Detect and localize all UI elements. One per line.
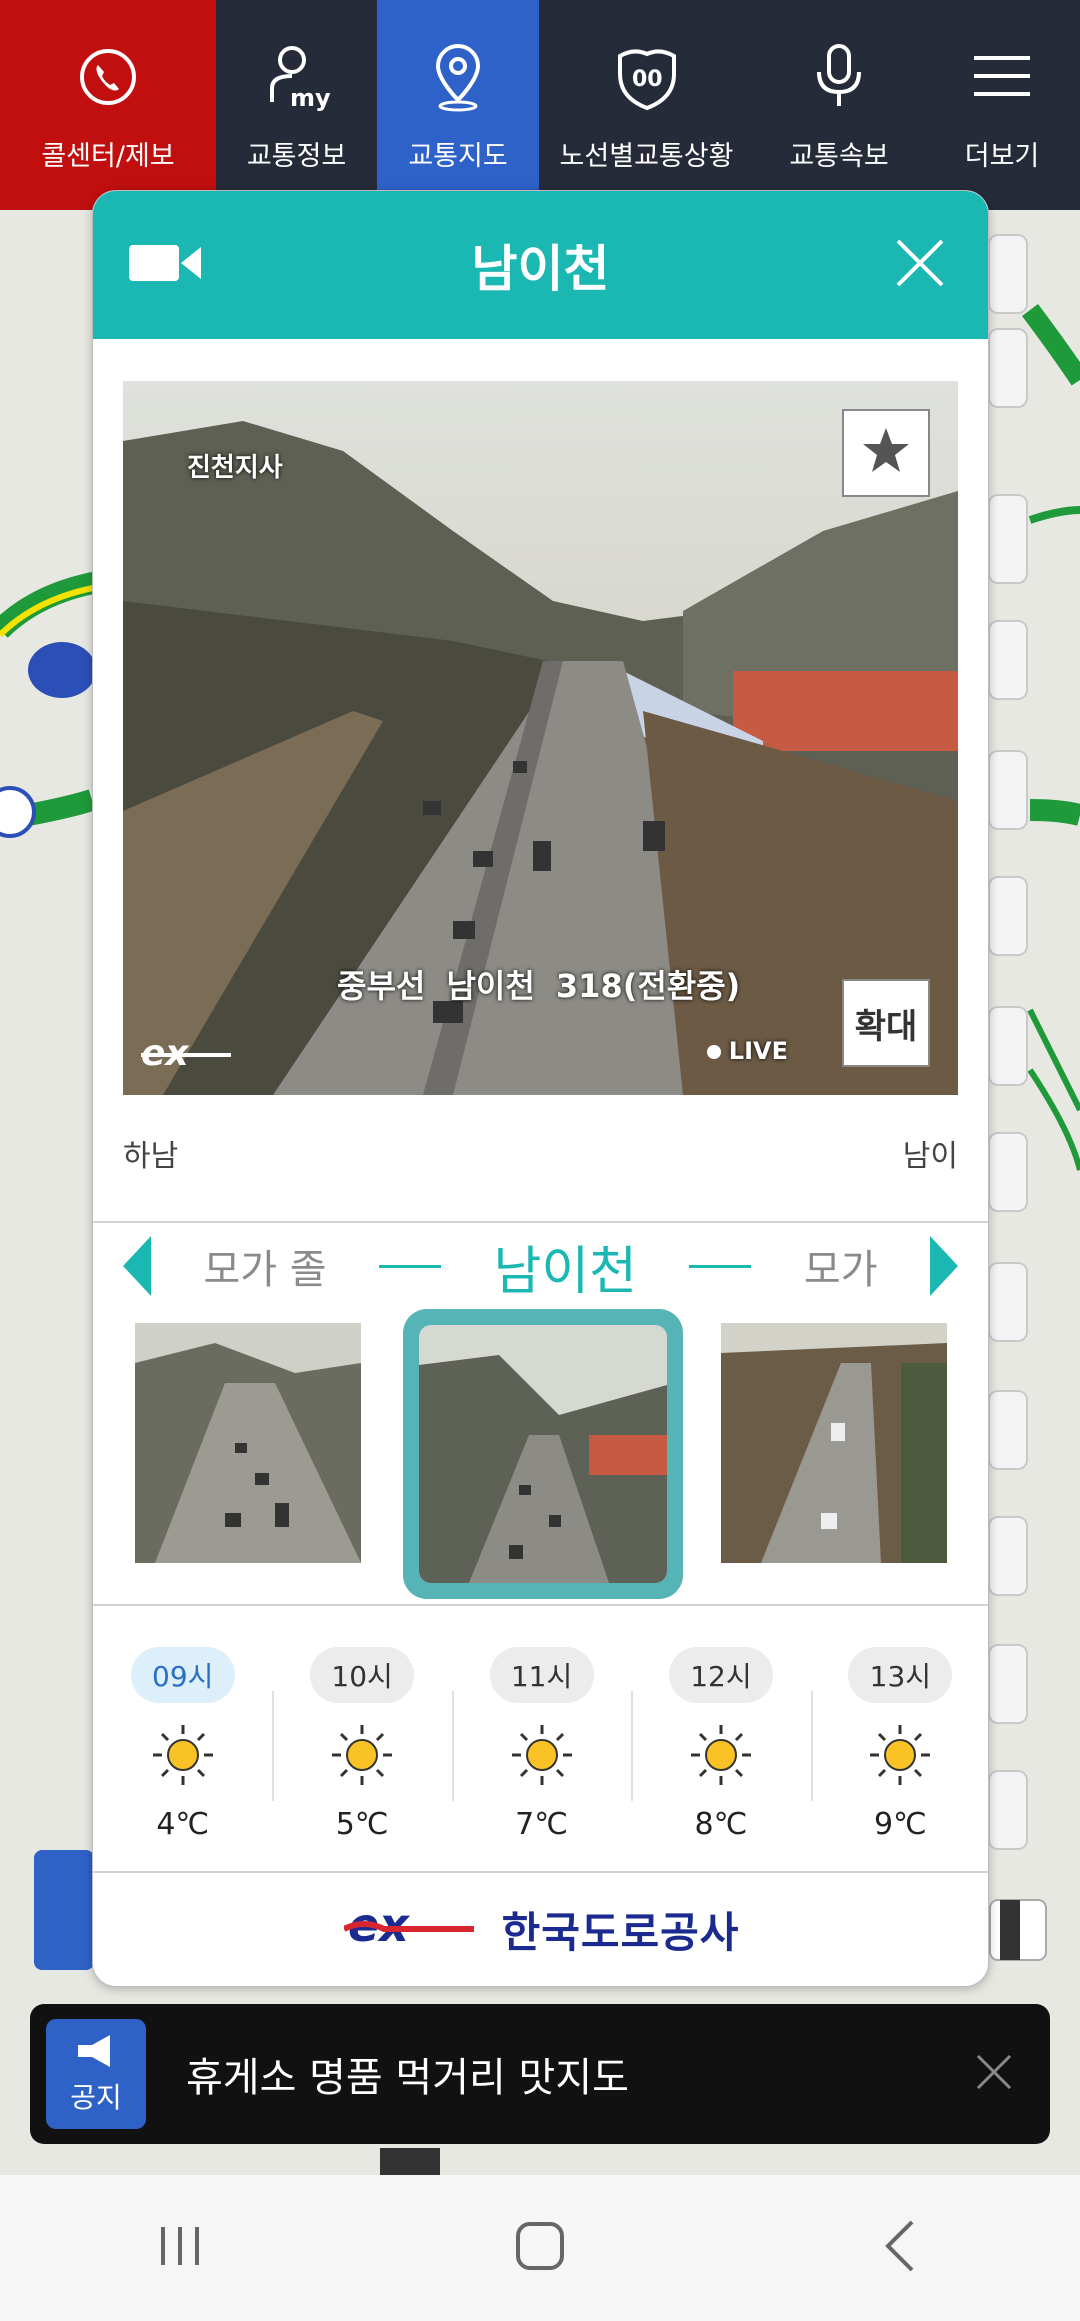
camera-thumbnail-prev[interactable] xyxy=(135,1323,361,1563)
sun-icon xyxy=(868,1723,932,1791)
home-icon xyxy=(514,2220,566,2276)
cctv-video[interactable]: 진천지사 중부선 남이천 318(전환중) LIVE ex 확대 xyxy=(123,381,958,1095)
divider xyxy=(93,1221,988,1223)
back-icon xyxy=(880,2218,920,2278)
notice-badge: 공지 xyxy=(46,2019,146,2129)
map-side-button[interactable] xyxy=(988,1006,1028,1086)
popup-header: 남이천 xyxy=(93,191,988,339)
thumbnail-image xyxy=(721,1323,947,1563)
hourly-weather: 09시 4℃ 10시 5℃ 11시 7℃ 12시 8℃ 13시 9℃ xyxy=(93,1631,988,1861)
weather-hour-label: 09시 xyxy=(130,1647,235,1703)
thumbnail-image xyxy=(419,1325,667,1583)
nav-traffic-info[interactable]: my 교통정보 xyxy=(216,0,377,210)
weather-hour: 10시 5℃ xyxy=(272,1631,451,1861)
next-camera-label[interactable]: 모가 xyxy=(804,1237,878,1295)
sun-icon xyxy=(510,1723,574,1791)
home-button[interactable] xyxy=(480,2208,600,2288)
sun-icon xyxy=(330,1723,394,1791)
kec-brand-name: 한국도로공사 xyxy=(501,1907,740,1957)
camera-navigator: 모가 졸 남이천 모가 xyxy=(123,1231,958,1302)
weather-temp: 9℃ xyxy=(873,1807,927,1842)
kec-footer: ex 한국도로공사 xyxy=(93,1871,988,1986)
route-shield-icon: 00 xyxy=(612,42,682,112)
close-icon[interactable] xyxy=(892,235,948,295)
dash-divider xyxy=(689,1264,752,1268)
my-user-icon: my xyxy=(262,42,332,112)
megaphone-icon xyxy=(74,2033,118,2076)
weather-temp: 8℃ xyxy=(694,1807,748,1842)
sun-icon xyxy=(689,1723,753,1791)
camera-thumbnail-next[interactable] xyxy=(721,1323,947,1563)
weather-hour-label: 13시 xyxy=(848,1647,953,1703)
map-side-button[interactable] xyxy=(988,234,1028,314)
nav-more[interactable]: 더보기 xyxy=(924,0,1080,210)
camera-thumbnails xyxy=(93,1309,988,1599)
svg-text:00: 00 xyxy=(632,67,663,92)
weather-hour: 11시 7℃ xyxy=(451,1631,631,1861)
system-navigation-bar xyxy=(0,2175,1080,2321)
map-side-button[interactable] xyxy=(988,750,1028,830)
ex-logo: ex xyxy=(342,1898,484,1957)
weather-temp: 5℃ xyxy=(335,1807,389,1842)
nav-call-center[interactable]: 콜센터/제보 xyxy=(0,0,216,210)
weather-hour-label: 10시 xyxy=(310,1647,415,1703)
weather-temp: 7℃ xyxy=(515,1807,568,1842)
map-side-button[interactable] xyxy=(988,876,1028,956)
map-side-button[interactable] xyxy=(988,1770,1028,1850)
weather-hour: 13시 9℃ xyxy=(810,1631,988,1861)
weather-hour-label: 12시 xyxy=(668,1647,773,1703)
map-side-button[interactable] xyxy=(988,1132,1028,1212)
map-side-button[interactable] xyxy=(988,494,1028,584)
map-side-button[interactable] xyxy=(988,1262,1028,1342)
notice-bar[interactable]: 공지 휴게소 명품 먹거리 맛지도 xyxy=(30,2004,1050,2144)
video-caption: 중부선 남이천 318(전환중) xyxy=(337,967,741,1005)
nav-traffic-news[interactable]: 교통속보 xyxy=(754,0,924,210)
weather-hour: 12시 8℃ xyxy=(631,1631,810,1861)
svg-text:my: my xyxy=(290,84,331,112)
popup-title: 남이천 xyxy=(471,240,610,298)
video-camera-icon xyxy=(129,241,201,289)
nav-traffic-map[interactable]: 교통지도 xyxy=(377,0,539,210)
notice-text[interactable]: 휴게소 명품 먹거리 맛지도 xyxy=(186,2045,974,2103)
video-station-label: 진천지사 xyxy=(187,453,283,483)
map-side-button[interactable] xyxy=(988,620,1028,700)
map-side-button[interactable] xyxy=(988,1516,1028,1596)
prev-camera-arrow-icon[interactable] xyxy=(123,1236,151,1296)
cctv-popup: 남이천 진천지사 중부선 남이천 318(전환중) LIVE ex 확대 하남 … xyxy=(92,190,989,1987)
divider xyxy=(93,1604,988,1606)
weather-hour: 09시 4℃ xyxy=(93,1631,272,1861)
live-indicator: LIVE xyxy=(707,1037,788,1065)
thumbnail-image xyxy=(135,1323,361,1563)
weather-temp: 4℃ xyxy=(156,1807,210,1842)
back-button[interactable] xyxy=(840,2208,960,2288)
close-icon[interactable] xyxy=(974,2052,1014,2096)
sun-icon xyxy=(151,1723,215,1791)
phone-icon xyxy=(73,42,143,112)
direction-left: 하남 xyxy=(123,1139,179,1174)
direction-right: 남이 xyxy=(902,1139,958,1174)
prev-camera-label[interactable]: 모가 졸 xyxy=(203,1237,326,1295)
favorite-button[interactable] xyxy=(842,409,930,497)
recent-apps-button[interactable] xyxy=(120,2208,240,2288)
star-icon xyxy=(860,425,912,481)
current-camera-label: 남이천 xyxy=(493,1241,638,1302)
menu-icon xyxy=(967,42,1037,112)
map-side-button[interactable] xyxy=(988,328,1028,408)
camera-thumbnail-current[interactable] xyxy=(403,1309,683,1599)
map-side-button[interactable] xyxy=(988,1390,1028,1470)
direction-row: 하남 남이 xyxy=(123,1131,958,1175)
map-side-button[interactable] xyxy=(988,1644,1028,1724)
next-camera-arrow-icon[interactable] xyxy=(929,1236,958,1296)
nav-route-traffic[interactable]: 00 노선별교통상황 xyxy=(539,0,754,210)
recent-apps-icon xyxy=(155,2221,205,2275)
zoom-button[interactable]: 확대 xyxy=(842,979,930,1067)
notice-badge-label: 공지 xyxy=(70,2080,122,2114)
weather-hour-label: 11시 xyxy=(489,1647,594,1703)
ex-logo: ex xyxy=(141,1033,245,1077)
dash-divider xyxy=(379,1264,442,1268)
microphone-icon xyxy=(804,42,874,112)
top-navigation: 콜센터/제보 my 교통정보 교통지도 00 노선별교통상황 교통속보 더보기 xyxy=(0,0,1080,210)
map-pin-icon xyxy=(423,42,493,112)
